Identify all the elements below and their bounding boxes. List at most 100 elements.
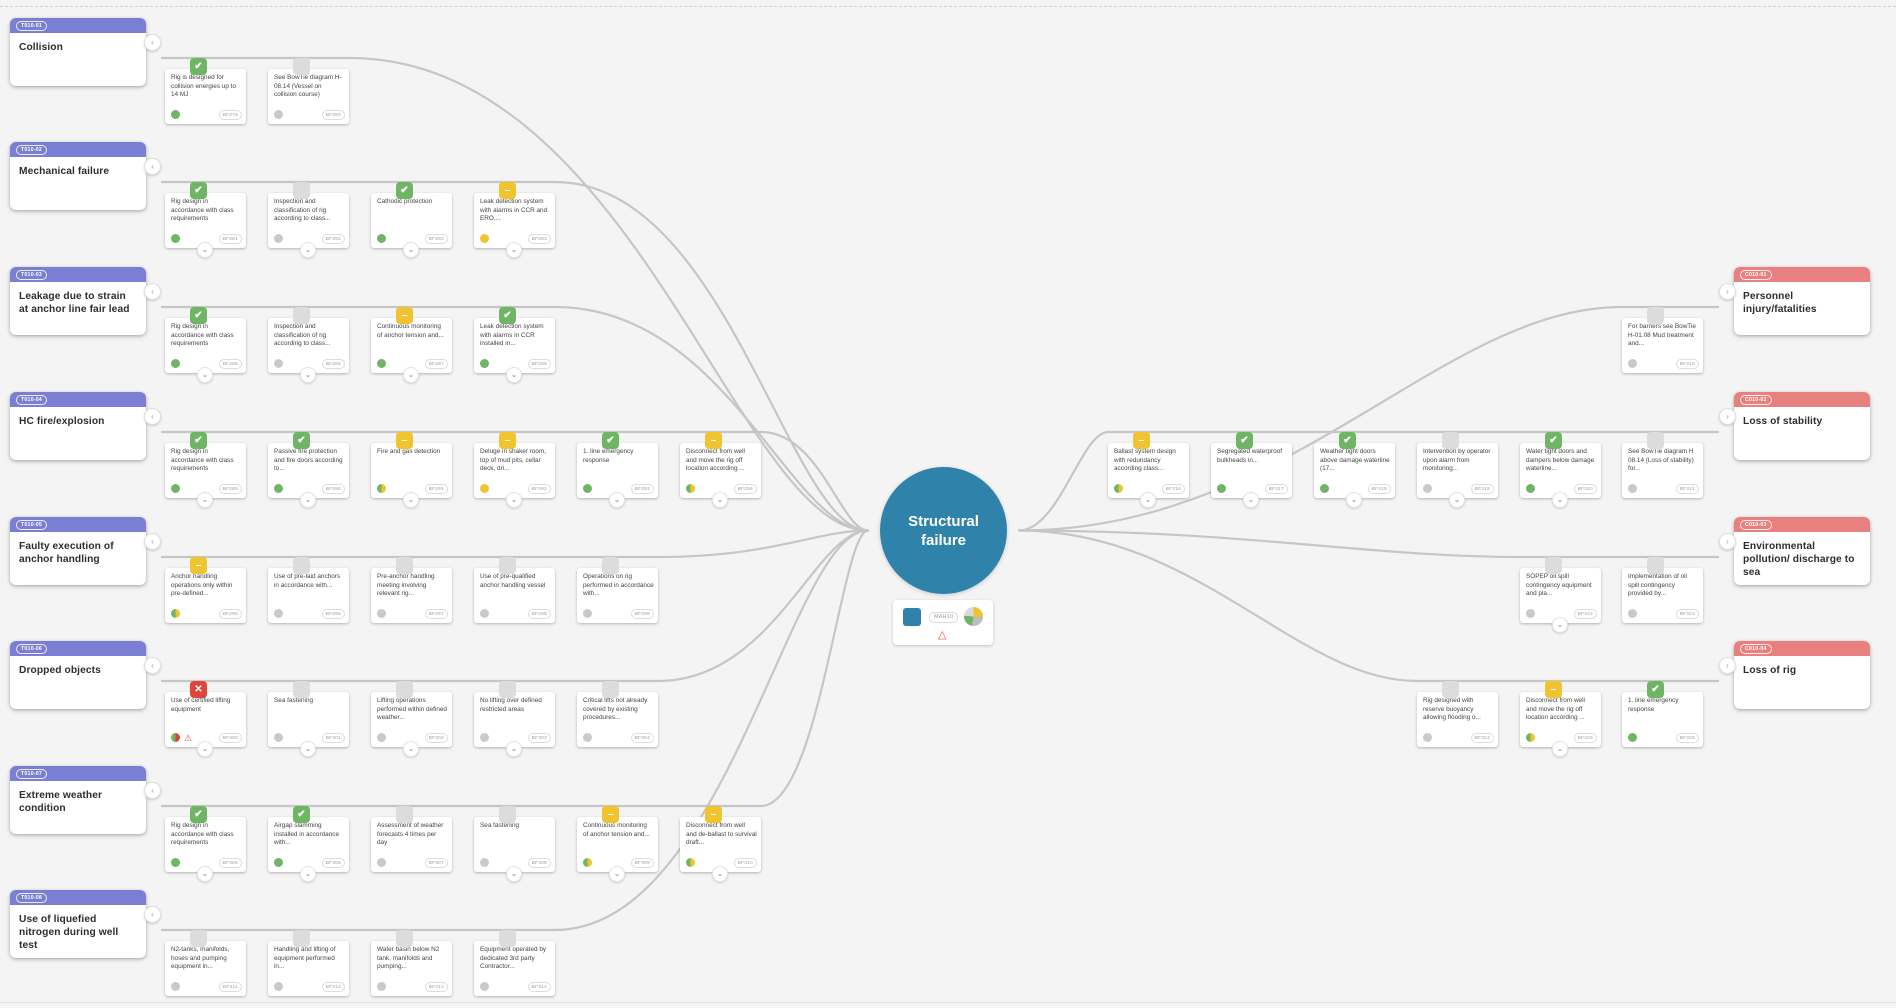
threat-node[interactable]: T010-07 Extreme weather condition [10, 766, 146, 834]
collapse-toggle-chevron-right-icon[interactable]: ‹ [144, 283, 161, 300]
barrier-card[interactable]: Rig design in accordance with class requ… [165, 443, 246, 498]
expand-chevron-down-icon[interactable]: ⌄ [300, 242, 316, 258]
barrier-card[interactable]: Anchor handling operations only within p… [165, 568, 246, 623]
barrier-card[interactable]: Leak detection system with alarms in CCR… [474, 193, 555, 248]
barrier-card[interactable]: Rig design in accordance with class requ… [165, 817, 246, 872]
status-none-icon[interactable] [293, 930, 310, 947]
expand-chevron-down-icon[interactable]: ⌄ [1552, 492, 1568, 508]
expand-chevron-down-icon[interactable]: ⌄ [1552, 741, 1568, 757]
barrier-card[interactable]: Rig is designed for collision energies u… [165, 69, 246, 124]
expand-chevron-down-icon[interactable]: ⌄ [506, 741, 522, 757]
barrier-card[interactable]: Leak detection system with alarms in CCR… [474, 318, 555, 373]
barrier-card[interactable]: Airgap slamming installed in accordance … [268, 817, 349, 872]
status-check-icon[interactable]: ✔ [499, 307, 516, 324]
barrier-card[interactable]: Intervention by operator upon alarm from… [1417, 443, 1498, 498]
status-check-icon[interactable]: ✔ [1647, 681, 1664, 698]
collapse-toggle-chevron-right-icon[interactable]: ‹ [144, 34, 161, 51]
status-check-icon[interactable]: ✔ [396, 182, 413, 199]
status-check-icon[interactable]: ✔ [602, 432, 619, 449]
threat-node[interactable]: T010-02 Mechanical failure [10, 142, 146, 210]
barrier-card[interactable]: Inspection and classification of rig acc… [268, 318, 349, 373]
barrier-card[interactable]: Disconnect from well and move the rig of… [680, 443, 761, 498]
status-none-icon[interactable] [602, 681, 619, 698]
barrier-card[interactable]: For barriers see BowTie H-01.08 Mud trea… [1622, 318, 1703, 373]
status-none-icon[interactable] [396, 557, 413, 574]
barrier-card[interactable]: Passive fire protection and fire doors a… [268, 443, 349, 498]
barrier-card[interactable]: Pre-anchor handling meeting involving re… [371, 568, 452, 623]
threat-node[interactable]: T010-03 Leakage due to strain at anchor l… [10, 267, 146, 335]
status-cross-icon[interactable]: ✕ [190, 681, 207, 698]
status-none-icon[interactable] [396, 681, 413, 698]
expand-chevron-down-icon[interactable]: ⌄ [403, 492, 419, 508]
status-minus-icon[interactable]: – [190, 557, 207, 574]
expand-chevron-down-icon[interactable]: ⌄ [712, 866, 728, 882]
barrier-card[interactable]: Lifting operations performed within defi… [371, 692, 452, 747]
expand-chevron-down-icon[interactable]: ⌄ [1449, 492, 1465, 508]
status-none-icon[interactable] [499, 681, 516, 698]
expand-chevron-down-icon[interactable]: ⌄ [609, 492, 625, 508]
barrier-card[interactable]: Continuous monitoring of anchor tension … [577, 817, 658, 872]
barrier-card[interactable]: Segregated waterproof bulkheads in... BF3… [1211, 443, 1292, 498]
status-none-icon[interactable] [293, 58, 310, 75]
collapse-toggle-chevron-right-icon[interactable]: › [1719, 408, 1736, 425]
threat-node[interactable]: T010-05 Faulty execution of anchor handli… [10, 517, 146, 585]
barrier-card[interactable]: Use of certified lifting equipment ⚠ BF300 [165, 692, 246, 747]
barrier-card[interactable]: Continuous monitoring of anchor tension … [371, 318, 452, 373]
status-none-icon[interactable] [1442, 681, 1459, 698]
expand-chevron-down-icon[interactable]: ⌄ [1552, 617, 1568, 633]
status-minus-icon[interactable]: – [705, 806, 722, 823]
status-minus-icon[interactable]: – [602, 806, 619, 823]
status-none-icon[interactable] [499, 930, 516, 947]
status-none-icon[interactable] [1545, 557, 1562, 574]
status-check-icon[interactable]: ✔ [1545, 432, 1562, 449]
status-none-icon[interactable] [499, 806, 516, 823]
barrier-card[interactable]: Critical lifts not already covered by ex… [577, 692, 658, 747]
barrier-card[interactable]: Weather tight doors above damage waterli… [1314, 443, 1395, 498]
barrier-card[interactable]: Disconnect from well and de-ballast to s… [680, 817, 761, 872]
status-none-icon[interactable] [293, 307, 310, 324]
consequence-node[interactable]: C010-03 Environmental pollution/ discharg… [1734, 517, 1870, 585]
expand-chevron-down-icon[interactable]: ⌄ [300, 741, 316, 757]
status-none-icon[interactable] [1442, 432, 1459, 449]
status-check-icon[interactable]: ✔ [293, 806, 310, 823]
collapse-toggle-chevron-right-icon[interactable]: ‹ [144, 158, 161, 175]
expand-chevron-down-icon[interactable]: ⌄ [712, 492, 728, 508]
barrier-card[interactable]: Water tight doors and dampers below dama… [1520, 443, 1601, 498]
status-check-icon[interactable]: ✔ [293, 432, 310, 449]
expand-chevron-down-icon[interactable]: ⌄ [506, 866, 522, 882]
consequence-node[interactable]: C010-02 Loss of stability [1734, 392, 1870, 460]
status-check-icon[interactable]: ✔ [190, 182, 207, 199]
collapse-toggle-chevron-right-icon[interactable]: › [1719, 533, 1736, 550]
collapse-toggle-chevron-right-icon[interactable]: › [1719, 657, 1736, 674]
status-check-icon[interactable]: ✔ [1339, 432, 1356, 449]
expand-chevron-down-icon[interactable]: ⌄ [403, 741, 419, 757]
status-check-icon[interactable]: ✔ [190, 806, 207, 823]
status-minus-icon[interactable]: – [705, 432, 722, 449]
barrier-card[interactable]: Rig designed with reserve buoyancy allow… [1417, 692, 1498, 747]
status-none-icon[interactable] [499, 557, 516, 574]
barrier-card[interactable]: Implementation of oil spill contingency … [1622, 568, 1703, 623]
expand-chevron-down-icon[interactable]: ⌄ [403, 367, 419, 383]
threat-node[interactable]: T010-06 Dropped objects [10, 641, 146, 709]
status-minus-icon[interactable]: – [396, 432, 413, 449]
barrier-card[interactable]: Use of pre-qualified anchor handling ves… [474, 568, 555, 623]
barrier-card[interactable]: Operations on rig performed in accordanc… [577, 568, 658, 623]
barrier-card[interactable]: Cathodic protection BF283 [371, 193, 452, 248]
barrier-card[interactable]: 1. line emergency response BF293 [577, 443, 658, 498]
hazard-node[interactable]: Structural failure [880, 467, 1007, 594]
barrier-card[interactable]: Rig design in accordance with class requ… [165, 318, 246, 373]
expand-chevron-down-icon[interactable]: ⌄ [197, 866, 213, 882]
expand-chevron-down-icon[interactable]: ⌄ [300, 866, 316, 882]
status-check-icon[interactable]: ✔ [190, 307, 207, 324]
barrier-card[interactable]: Ballast system design with redundancy ac… [1108, 443, 1189, 498]
barrier-card[interactable]: No lifting over defined restricted areas… [474, 692, 555, 747]
status-none-icon[interactable] [1647, 432, 1664, 449]
expand-chevron-down-icon[interactable]: ⌄ [197, 492, 213, 508]
barrier-card[interactable]: Rig design in accordance with class requ… [165, 193, 246, 248]
status-none-icon[interactable] [293, 182, 310, 199]
status-minus-icon[interactable]: – [1133, 432, 1150, 449]
status-none-icon[interactable] [396, 930, 413, 947]
status-none-icon[interactable] [293, 557, 310, 574]
barrier-card[interactable]: Disconnect from well and move the rig of… [1520, 692, 1601, 747]
expand-chevron-down-icon[interactable]: ⌄ [403, 242, 419, 258]
